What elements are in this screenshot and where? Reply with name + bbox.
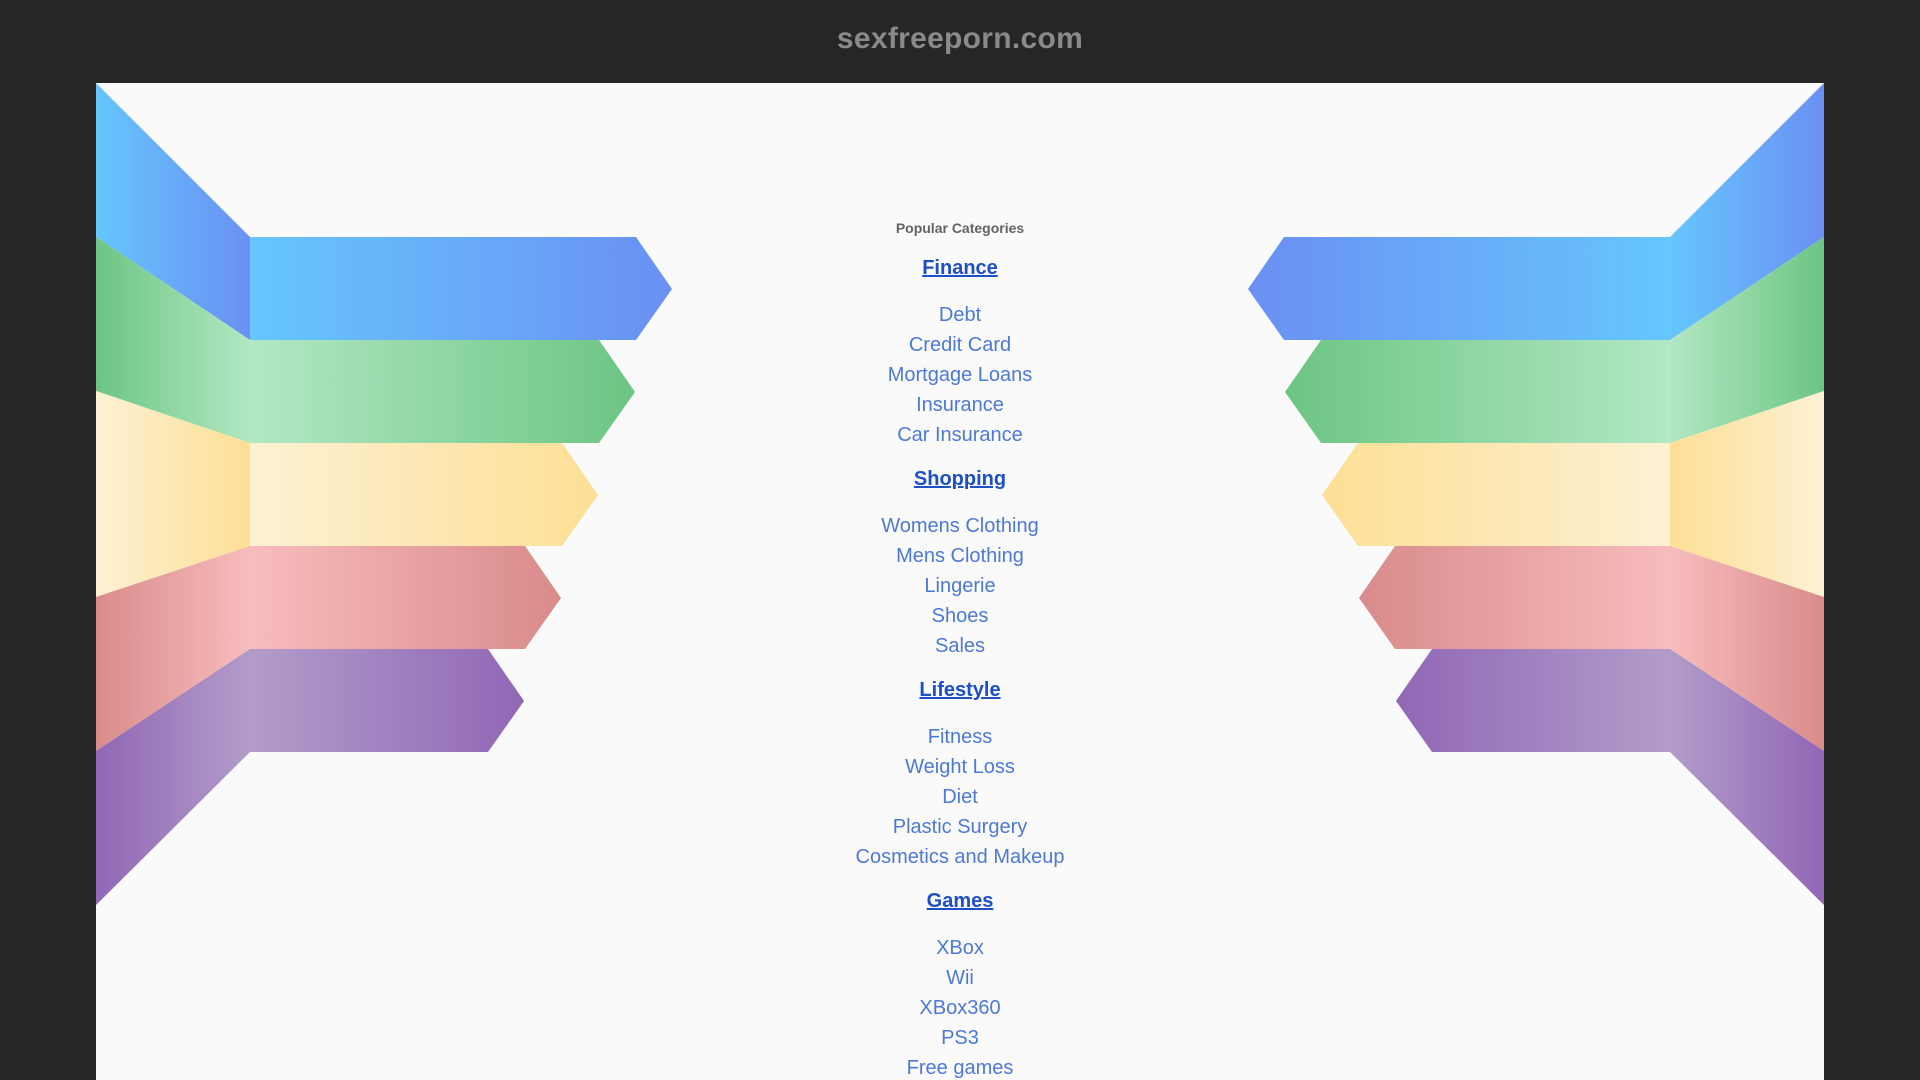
category-link[interactable]: Wii xyxy=(96,967,1824,990)
category-link[interactable]: Insurance xyxy=(96,394,1824,417)
category-link[interactable]: Free games xyxy=(96,1057,1824,1080)
category-link[interactable]: Car Insurance xyxy=(96,424,1824,447)
category-link[interactable]: Plastic Surgery xyxy=(96,816,1824,839)
top-bar: sexfreeporn.com xyxy=(0,0,1920,83)
category-link[interactable]: Mens Clothing xyxy=(96,545,1824,568)
category-link[interactable]: Sales xyxy=(96,635,1824,658)
category-link[interactable]: Fitness xyxy=(96,726,1824,749)
main-panel: Popular Categories Finance Debt Credit C… xyxy=(96,83,1824,1080)
category-title-games[interactable]: Games xyxy=(96,890,1824,913)
category-link[interactable]: Credit Card xyxy=(96,334,1824,357)
category-title-shopping[interactable]: Shopping xyxy=(96,468,1824,491)
category-link[interactable]: Cosmetics and Makeup xyxy=(96,846,1824,869)
category-link[interactable]: Debt xyxy=(96,304,1824,327)
category-link[interactable]: Mortgage Loans xyxy=(96,364,1824,387)
category-title-lifestyle[interactable]: Lifestyle xyxy=(96,679,1824,702)
site-title[interactable]: sexfreeporn.com xyxy=(837,22,1083,56)
category-link[interactable]: Lingerie xyxy=(96,575,1824,598)
category-link[interactable]: XBox xyxy=(96,937,1824,960)
category-link[interactable]: Shoes xyxy=(96,605,1824,628)
category-link[interactable]: Diet xyxy=(96,786,1824,809)
category-link[interactable]: Womens Clothing xyxy=(96,515,1824,538)
category-link[interactable]: PS3 xyxy=(96,1027,1824,1050)
categories-heading: Popular Categories xyxy=(895,220,1025,236)
category-link[interactable]: Weight Loss xyxy=(96,756,1824,779)
category-link[interactable]: XBox360 xyxy=(96,997,1824,1020)
category-title-finance[interactable]: Finance xyxy=(96,257,1824,280)
